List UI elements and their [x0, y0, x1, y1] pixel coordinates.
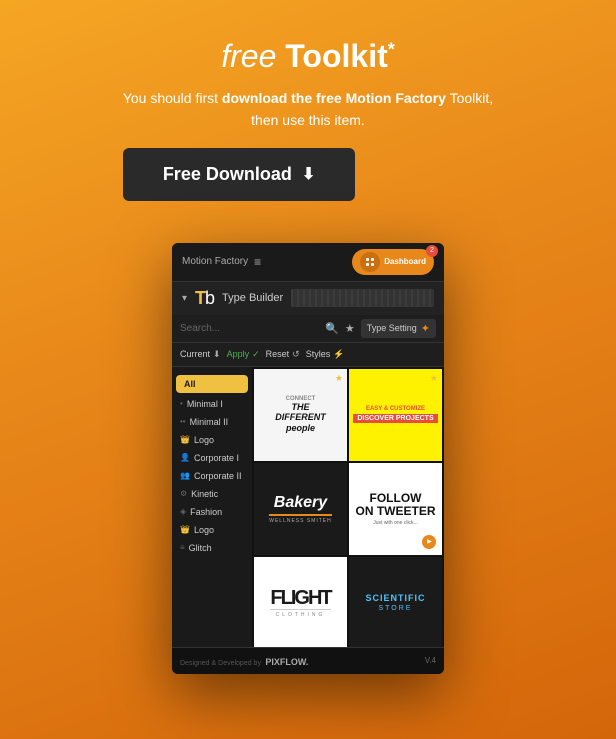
subtitle-text1: You should first — [123, 90, 222, 106]
sidebar-minimal2-label: Minimal II — [190, 417, 229, 427]
pixflow-brand: PIXFLOW. — [265, 657, 308, 667]
grid-item-2[interactable]: ★ EASY & CUSTOMIZE DISCOVER PROJECTS — [349, 369, 442, 461]
sidebar-item-logo-2[interactable]: 👑 Logo — [172, 521, 252, 539]
menu-icon[interactable]: ≡ — [254, 255, 261, 269]
dashboard-button[interactable]: 2 Dashboard — [352, 249, 434, 275]
sidebar-corp2-icon: 👥 — [180, 471, 190, 480]
styles-icon: ⚡ — [333, 349, 344, 360]
grid-item-3[interactable]: Bakery WELLNESS SMITEH — [254, 463, 347, 555]
star-icon[interactable]: ★ — [345, 322, 355, 335]
sidebar-logo2-icon: 👑 — [180, 525, 190, 534]
sidebar-fashion-label: Fashion — [190, 507, 222, 517]
sidebar-item-corporate-2[interactable]: 👥 Corporate II — [172, 467, 252, 485]
current-button[interactable]: Current ⬇ — [180, 349, 221, 360]
tools-icon: ✦ — [421, 322, 430, 335]
search-row: Search... 🔍 ★ Type Setting ✦ — [172, 315, 444, 343]
asterisk: * — [388, 39, 395, 59]
reset-icon: ↺ — [292, 349, 300, 360]
apply-check-icon: ✓ — [252, 349, 260, 360]
sidebar-corp1-label: Corporate I — [194, 453, 239, 463]
dashboard-icon — [360, 252, 380, 272]
sidebar-dot-2: •• — [180, 417, 186, 426]
styles-label: Styles — [306, 349, 331, 359]
version-tag: V.4 — [425, 656, 436, 665]
current-icon: ⬇ — [213, 349, 221, 360]
grid-item-4[interactable]: FOLLOWON TWEETER Just with one click... … — [349, 463, 442, 555]
reset-button[interactable]: Reset ↺ — [266, 349, 300, 360]
subtitle: You should first download the free Motio… — [123, 87, 493, 132]
sidebar-kinetic-icon: ⚙ — [180, 489, 187, 498]
sidebar-item-corporate-1[interactable]: 👤 Corporate I — [172, 449, 252, 467]
pattern-decoration — [291, 289, 434, 307]
chevron-icon[interactable]: ▾ — [182, 293, 187, 304]
template-grid: ★ CONNECT THEDIFFERENTpeople ★ EASY & CU… — [252, 367, 444, 647]
current-label: Current — [180, 349, 210, 359]
grid-item-1[interactable]: ★ CONNECT THEDIFFERENTpeople — [254, 369, 347, 461]
toolbar-row: Current ⬇ Apply ✓ Reset ↺ Styles ⚡ — [172, 343, 444, 367]
sidebar-item-kinetic[interactable]: ⚙ Kinetic — [172, 485, 252, 503]
grid-item-6[interactable]: SCIENTIFIC STORE — [349, 557, 442, 647]
left-sidebar: All • Minimal I •• Minimal II 👑 Logo 👤 C… — [172, 367, 252, 647]
sidebar-glitch-label: Glitch — [189, 543, 212, 553]
sidebar-item-all[interactable]: All — [176, 375, 248, 393]
grid-item-2-star: ★ — [430, 373, 438, 384]
grid-item-1-star: ★ — [335, 373, 343, 384]
subtitle-plain1: Toolkit, — [446, 90, 493, 106]
tb-logo: Tb — [195, 288, 214, 309]
grid-item-5[interactable]: FLIGHT CLOTHING — [254, 557, 347, 647]
app-topbar: Motion Factory ≡ 2 Dashboard — [172, 243, 444, 282]
type-builder-label: Type Builder — [222, 292, 283, 304]
styles-button[interactable]: Styles ⚡ — [306, 349, 345, 360]
sidebar-dot-1: • — [180, 399, 183, 408]
download-icon: ⬇ — [302, 164, 315, 184]
app-topbar-left: Motion Factory ≡ — [182, 255, 261, 269]
sidebar-fashion-icon: ◈ — [180, 507, 186, 516]
notification-badge: 2 — [426, 245, 438, 257]
sidebar-item-minimal-1[interactable]: • Minimal I — [172, 395, 252, 413]
download-btn-label: Free Download — [163, 164, 292, 185]
type-builder-row: ▾ Tb Type Builder — [172, 282, 444, 315]
search-placeholder: Search... — [180, 323, 220, 334]
reset-label: Reset — [266, 349, 290, 359]
sidebar-item-glitch[interactable]: ≡ Glitch — [172, 539, 252, 557]
sidebar-item-minimal-2[interactable]: •• Minimal II — [172, 413, 252, 431]
designed-label: Designed & Developed by — [180, 660, 261, 667]
title: free Toolkit* — [123, 38, 493, 75]
sidebar-corp1-icon: 👤 — [180, 453, 190, 462]
designed-by-text: Designed & Developed by PIXFLOW. — [180, 652, 308, 670]
sidebar-corp2-label: Corporate II — [194, 471, 242, 481]
type-setting-label: Type Setting — [367, 323, 417, 333]
apply-label: Apply — [227, 349, 250, 359]
dashboard-label: Dashboard — [384, 257, 426, 266]
sidebar-item-fashion[interactable]: ◈ Fashion — [172, 503, 252, 521]
title-free: free — [221, 38, 276, 74]
play-button[interactable]: ▶ — [422, 535, 436, 549]
free-download-button[interactable]: Free Download ⬇ — [123, 148, 355, 201]
sidebar-logo-label: Logo — [194, 435, 214, 445]
type-setting-button[interactable]: Type Setting ✦ — [361, 319, 436, 338]
sidebar-minimal1-label: Minimal I — [187, 399, 223, 409]
subtitle-line2: then use this item. — [251, 112, 365, 128]
header-section: free Toolkit* You should first download … — [123, 0, 493, 225]
apply-button[interactable]: Apply ✓ — [227, 349, 260, 360]
title-toolkit: Toolkit — [285, 38, 388, 74]
sidebar-kinetic-label: Kinetic — [191, 489, 218, 499]
sidebar-glitch-icon: ≡ — [180, 543, 185, 552]
main-content: All • Minimal I •• Minimal II 👑 Logo 👤 C… — [172, 367, 444, 647]
search-icon[interactable]: 🔍 — [325, 322, 339, 335]
sidebar-logo-icon: 👑 — [180, 435, 190, 444]
subtitle-bold1: download the free — [222, 90, 342, 106]
sidebar-logo2-label: Logo — [194, 525, 214, 535]
sidebar-all-label: All — [184, 379, 196, 389]
app-bottom-bar: Designed & Developed by PIXFLOW. V.4 — [172, 647, 444, 674]
search-input-area[interactable]: Search... — [180, 323, 319, 334]
sidebar-item-logo[interactable]: 👑 Logo — [172, 431, 252, 449]
app-name-label: Motion Factory — [182, 256, 248, 267]
app-window: Motion Factory ≡ 2 Dashboard ▾ Tb Type B… — [172, 243, 444, 674]
subtitle-bold2: Motion Factory — [346, 90, 446, 106]
